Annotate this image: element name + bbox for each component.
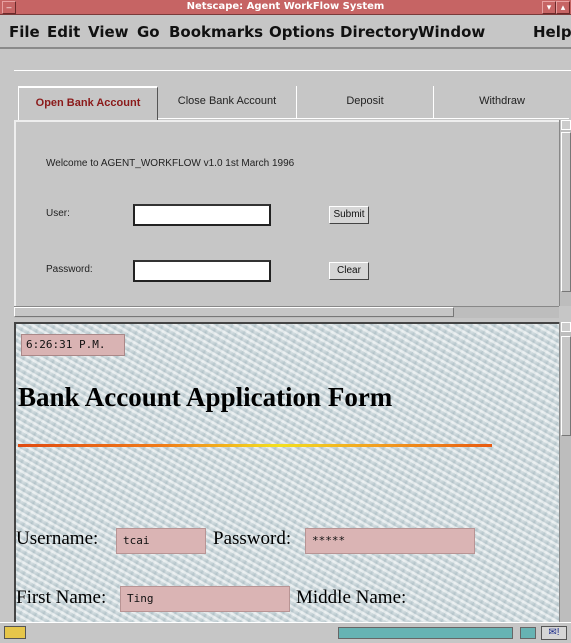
username-input[interactable]: tcai [116, 528, 206, 554]
scroll-thumb[interactable] [561, 336, 571, 436]
tab-deposit[interactable]: Deposit [296, 86, 433, 118]
middle-name-label: Middle Name: [296, 587, 407, 608]
window-title: Netscape: Agent WorkFlow System [186, 1, 385, 12]
progress-fill [339, 628, 512, 638]
tab-close-bank-account[interactable]: Close Bank Account [157, 86, 296, 118]
scroll-thumb[interactable] [14, 307, 454, 317]
first-name-input[interactable]: Ting [120, 586, 290, 612]
scroll-thumb[interactable] [561, 132, 571, 292]
form-password-input[interactable]: ***** [305, 528, 475, 554]
password-label: Password: [46, 264, 93, 275]
top-frame-border [14, 70, 571, 71]
maximize-icon[interactable]: ▴ [556, 1, 570, 14]
menu-bookmarks[interactable]: Bookmarks [169, 23, 263, 41]
application-form-frame: 6:26:31 P.M. Bank Account Application Fo… [14, 322, 559, 622]
status-bar: ✉! [0, 622, 571, 643]
menu-directory[interactable]: Directory [340, 23, 419, 41]
user-label: User: [46, 208, 70, 219]
top-frame-horizontal-scrollbar[interactable] [14, 306, 559, 318]
menu-bar: File Edit View Go Bookmarks Options Dire… [0, 15, 571, 49]
menu-edit[interactable]: Edit [47, 23, 80, 41]
mail-icon[interactable]: ✉! [541, 626, 567, 640]
menu-options[interactable]: Options [269, 23, 335, 41]
login-panel: Welcome to AGENT_WORKFLOW v1.0 1st March… [14, 120, 561, 306]
title-bar[interactable]: – Netscape: Agent WorkFlow System ▾ ▴ [0, 0, 571, 15]
form-vertical-scrollbar[interactable] [559, 322, 571, 622]
menu-view[interactable]: View [88, 23, 129, 41]
submit-button[interactable]: Submit [329, 206, 369, 224]
first-name-label: First Name: [16, 587, 107, 608]
status-indicator [520, 627, 536, 639]
minimize-icon[interactable]: ▾ [542, 1, 556, 14]
gradient-divider [18, 444, 492, 447]
password-input[interactable] [133, 260, 271, 282]
tab-withdraw[interactable]: Withdraw [433, 86, 570, 118]
clear-button[interactable]: Clear [329, 262, 369, 280]
scroll-up-arrow-icon[interactable] [561, 322, 571, 332]
tab-strip-divider [157, 118, 569, 119]
username-label: Username: [16, 528, 99, 549]
menu-go[interactable]: Go [137, 23, 160, 41]
progress-bar [338, 627, 513, 639]
scroll-up-arrow-icon[interactable] [561, 120, 571, 130]
top-frame-vertical-scrollbar[interactable] [559, 120, 571, 306]
form-heading: Bank Account Application Form [18, 382, 393, 412]
menu-help[interactable]: Help [533, 23, 571, 41]
menu-window[interactable]: Window [418, 23, 485, 41]
tab-open-bank-account[interactable]: Open Bank Account [18, 86, 158, 120]
welcome-text: Welcome to AGENT_WORKFLOW v1.0 1st March… [46, 158, 295, 169]
form-password-label: Password: [213, 528, 292, 549]
user-input[interactable] [133, 204, 271, 226]
security-key-icon[interactable] [4, 626, 26, 639]
menu-file[interactable]: File [9, 23, 40, 41]
clock-display: 6:26:31 P.M. [21, 334, 125, 356]
